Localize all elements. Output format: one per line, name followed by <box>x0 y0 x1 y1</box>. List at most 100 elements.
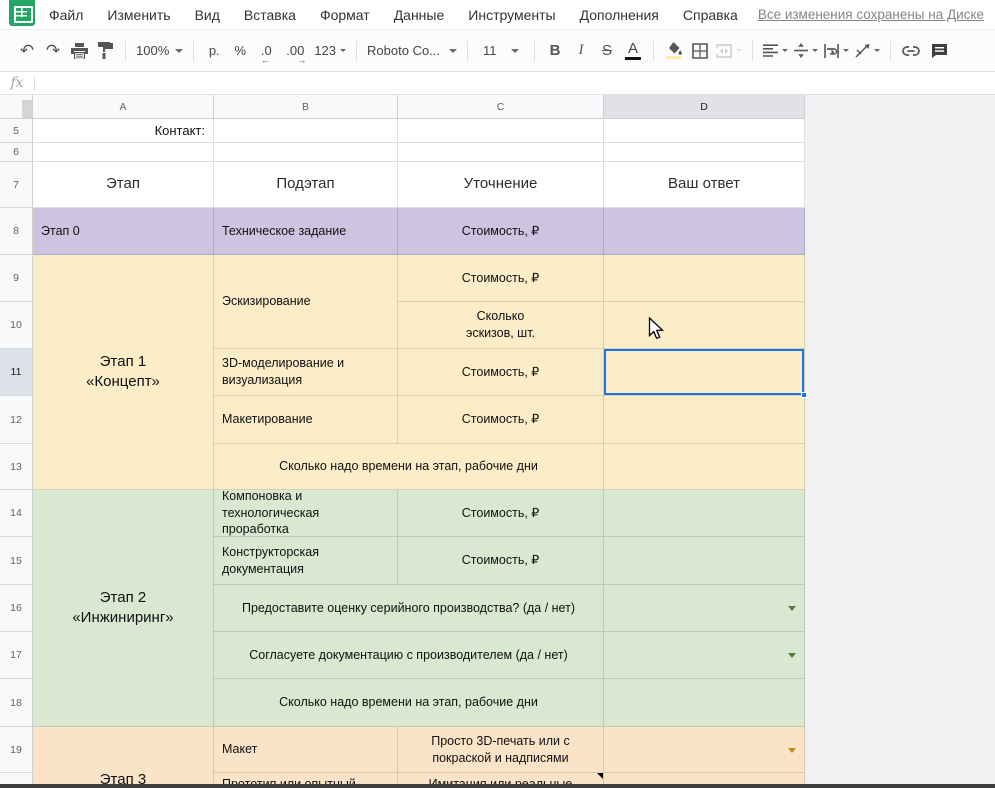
horizontal-align-menu[interactable] <box>760 38 791 64</box>
cell-a19-20-stage3[interactable]: Этап 3 <box>33 727 214 788</box>
bold-button[interactable]: B <box>542 38 568 64</box>
cell-b19-mockup[interactable]: Макет <box>214 727 398 773</box>
cell-b5[interactable] <box>214 119 398 143</box>
increase-decimal-button[interactable]: .00→ <box>279 38 311 64</box>
borders-button[interactable] <box>687 38 713 64</box>
row-header-17[interactable]: 17 <box>0 632 33 679</box>
format-currency-button[interactable]: р. <box>201 38 227 64</box>
select-all-corner[interactable] <box>0 95 33 119</box>
insert-comment-button[interactable] <box>926 38 952 64</box>
cell-c6[interactable] <box>398 143 604 162</box>
row-header-6[interactable]: 6 <box>0 143 33 162</box>
cell-b8[interactable]: Техническое задание <box>214 208 398 255</box>
insert-link-button[interactable] <box>898 38 924 64</box>
row-header-7[interactable]: 7 <box>0 162 33 208</box>
cell-b7-header-substage[interactable]: Подэтап <box>214 162 398 208</box>
text-wrap-menu[interactable] <box>821 38 852 64</box>
font-family-select[interactable]: Roboto Co... <box>364 38 460 64</box>
zoom-select[interactable]: 100% <box>133 38 186 64</box>
cell-d14[interactable] <box>604 490 805 537</box>
menu-format[interactable]: Формат <box>320 7 370 23</box>
cell-d19-dropdown[interactable] <box>604 727 805 773</box>
row-header-13[interactable]: 13 <box>0 444 33 490</box>
cell-b6[interactable] <box>214 143 398 162</box>
cell-d16-dropdown[interactable] <box>604 585 805 632</box>
strikethrough-button[interactable]: S <box>594 38 620 64</box>
row-header-12[interactable]: 12 <box>0 396 33 444</box>
column-header-a[interactable]: A <box>33 95 214 119</box>
cell-b14-layout[interactable]: Компоновка и технологическая проработка <box>214 490 398 537</box>
cell-b16-c16-serial[interactable]: Предоставите оценку серийного производст… <box>214 585 604 632</box>
row-header-10[interactable]: 10 <box>0 302 33 349</box>
cell-a7-header-stage[interactable]: Этап <box>33 162 214 208</box>
row-header-9[interactable]: 9 <box>0 255 33 302</box>
cell-a9-13-stage1[interactable]: Этап 1 «Концепт» <box>33 255 214 490</box>
menu-addons[interactable]: Дополнения <box>580 7 659 23</box>
save-status-link[interactable]: Все изменения сохранены на Диске <box>758 7 984 22</box>
cell-d15[interactable] <box>604 537 805 585</box>
menu-tools[interactable]: Инструменты <box>468 7 555 23</box>
row-header-15[interactable]: 15 <box>0 537 33 585</box>
cell-d8[interactable] <box>604 208 805 255</box>
cell-b12-mockup[interactable]: Макетирование <box>214 396 398 444</box>
cell-b15-documentation[interactable]: Конструкторская документация <box>214 537 398 585</box>
cell-b17-c17-approve[interactable]: Согласуете документацию с производителем… <box>214 632 604 679</box>
cell-d12[interactable] <box>604 396 805 444</box>
cell-d10[interactable] <box>604 302 805 349</box>
cell-b9-10-sketching[interactable]: Эскизирование <box>214 255 398 349</box>
menu-file[interactable]: Файл <box>49 7 83 23</box>
menu-edit[interactable]: Изменить <box>107 7 170 23</box>
redo-button[interactable]: ↷ <box>40 38 66 64</box>
format-percent-button[interactable]: % <box>227 38 253 64</box>
cell-c11[interactable]: Стоимость, ₽ <box>398 349 604 396</box>
menu-insert[interactable]: Вставка <box>244 7 296 23</box>
cell-c10[interactable]: Сколько эскизов, шт. <box>398 302 604 349</box>
column-header-b[interactable]: B <box>214 95 398 119</box>
menu-help[interactable]: Справка <box>683 7 738 23</box>
text-rotation-menu[interactable] <box>852 38 883 64</box>
cell-a5[interactable]: Контакт: <box>33 119 214 143</box>
sheets-logo-icon[interactable] <box>9 0 35 26</box>
cell-d13[interactable] <box>604 444 805 490</box>
cell-c7-header-clarification[interactable]: Уточнение <box>398 162 604 208</box>
text-color-button[interactable]: A <box>620 38 646 64</box>
cell-c15[interactable]: Стоимость, ₽ <box>398 537 604 585</box>
paint-format-button[interactable] <box>92 38 118 64</box>
italic-button[interactable]: I <box>568 38 594 64</box>
row-header-19[interactable]: 19 <box>0 727 33 773</box>
dropdown-arrow-icon[interactable] <box>788 653 796 658</box>
cell-c8[interactable]: Стоимость, ₽ <box>398 208 604 255</box>
menu-data[interactable]: Данные <box>394 7 445 23</box>
row-header-11[interactable]: 11 <box>0 349 33 396</box>
cell-c14[interactable]: Стоимость, ₽ <box>398 490 604 537</box>
cell-d17-dropdown[interactable] <box>604 632 805 679</box>
row-header-14[interactable]: 14 <box>0 490 33 537</box>
cell-c9[interactable]: Стоимость, ₽ <box>398 255 604 302</box>
cell-c5[interactable] <box>398 119 604 143</box>
cell-d9[interactable] <box>604 255 805 302</box>
row-header-8[interactable]: 8 <box>0 208 33 255</box>
merge-cells-button[interactable] <box>713 38 745 64</box>
cell-d5[interactable] <box>604 119 805 143</box>
row-header-16[interactable]: 16 <box>0 585 33 632</box>
cell-d6[interactable] <box>604 143 805 162</box>
cell-d18[interactable] <box>604 679 805 727</box>
cell-d11-selected[interactable] <box>604 349 805 396</box>
cell-a8-stage0[interactable]: Этап 0 <box>33 208 214 255</box>
dropdown-arrow-icon[interactable] <box>788 748 796 753</box>
cell-b11-modeling[interactable]: 3D-моделирование и визуализация <box>214 349 398 396</box>
cell-a6[interactable] <box>33 143 214 162</box>
fill-handle[interactable] <box>801 392 807 398</box>
decrease-decimal-button[interactable]: .0← <box>253 38 279 64</box>
cell-b18-c18-time[interactable]: Сколько надо времени на этап, рабочие дн… <box>214 679 604 727</box>
column-header-c[interactable]: C <box>398 95 604 119</box>
font-size-select[interactable]: 11 <box>475 38 527 64</box>
formula-input[interactable] <box>35 72 995 94</box>
row-header-18[interactable]: 18 <box>0 679 33 727</box>
vertical-align-menu[interactable] <box>791 38 821 64</box>
menu-view[interactable]: Вид <box>195 7 220 23</box>
print-button[interactable] <box>66 38 92 64</box>
fill-color-button[interactable] <box>661 38 687 64</box>
cell-c19[interactable]: Просто 3D-печать или с покраской и надпи… <box>398 727 604 773</box>
dropdown-arrow-icon[interactable] <box>788 606 796 611</box>
